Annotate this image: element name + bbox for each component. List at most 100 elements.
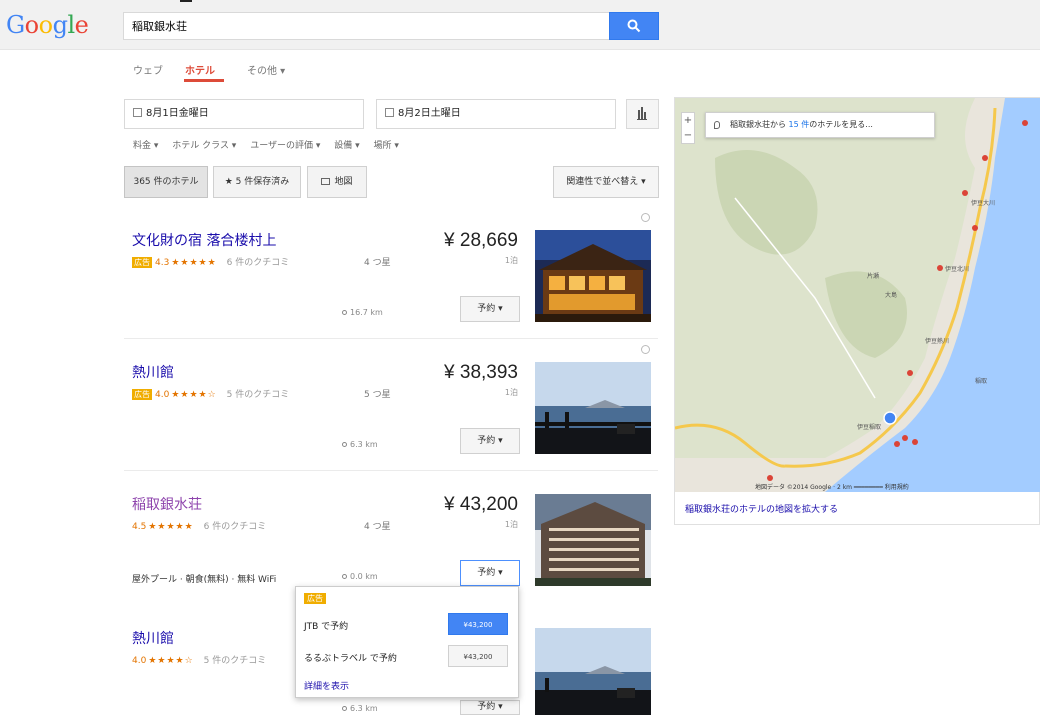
location-pin-icon [342, 310, 347, 315]
offer-label[interactable]: るるぶトラベル で予約 [304, 651, 397, 664]
search-button[interactable] [609, 12, 659, 40]
book-button[interactable]: 予約 ▾ [460, 560, 520, 586]
hotel-photo[interactable] [535, 362, 651, 454]
filter-hotel-class[interactable]: ホテル クラス ▾ [172, 141, 236, 151]
distance-value: 6.3 km [350, 440, 378, 449]
tab-hotels[interactable]: ホテル [185, 62, 215, 77]
location-pin-icon [714, 121, 720, 129]
review-count[interactable]: 5 件のクチコミ [227, 390, 290, 400]
map-canvas[interactable]: 伊豆大川 伊豆北川 伊豆熱川 片瀬 稲取 大島 伊豆稲取 + − 稲取銀水荘から… [675, 98, 1040, 492]
search-icon [627, 19, 641, 33]
rating-score: 4.5 [132, 522, 147, 532]
filter-amenities[interactable]: 設備 ▾ [334, 141, 359, 151]
map-panel: 伊豆大川 伊豆北川 伊豆熱川 片瀬 稲取 大島 伊豆稲取 + − 稲取銀水荘から… [674, 97, 1040, 525]
location-pin-icon [342, 706, 347, 711]
search-input[interactable] [124, 13, 609, 39]
book-button[interactable]: 予約 ▾ [460, 428, 520, 454]
bar-chart-icon [637, 107, 647, 120]
distance: 0.0 km [342, 572, 378, 581]
rating-line: 4.0 ★★★★☆ 5 件のクチコミ [132, 653, 266, 666]
hotel-name-link[interactable]: 稲取銀水荘 [132, 494, 202, 514]
rating-score: 4.3 [155, 258, 170, 268]
review-count[interactable]: 6 件のクチコミ [204, 522, 267, 532]
hotel-name-link[interactable]: 熱川館 [132, 362, 174, 382]
offer-label[interactable]: JTB で予約 [304, 619, 348, 632]
filter-price[interactable]: 料金 ▾ [133, 141, 158, 151]
hotel-name-link[interactable]: 文化財の宿 落合楼村上 [132, 230, 276, 250]
hotel-price: ¥ 28,669 [444, 230, 518, 251]
saved-hotels-button[interactable]: ★ 5 件保存済み [213, 166, 301, 198]
review-count[interactable]: 5 件のクチコミ [204, 656, 267, 666]
review-count[interactable]: 6 件のクチコミ [227, 258, 290, 268]
distance: 6.3 km [342, 440, 378, 449]
price-graph-button[interactable] [626, 99, 659, 129]
map-view-button[interactable]: 地図 [307, 166, 367, 198]
price-unit: 1泊 [504, 388, 518, 397]
book-button[interactable]: 予約 ▾ [460, 296, 520, 322]
rating-score: 4.0 [132, 656, 147, 666]
checkout-date-field[interactable]: 8月2日土曜日 [376, 99, 616, 129]
hotel-card: 稲取銀水荘 4.5 ★★★★★ 6 件のクチコミ 4 つ星 ¥ 43,200 1泊 … [124, 494, 658, 594]
rating-stars: ★★★★★ [148, 522, 194, 532]
hotel-price: ¥ 43,200 [444, 494, 518, 515]
map-place-label: 稲取 [975, 378, 988, 385]
zoom-in-button[interactable]: + [682, 113, 694, 128]
save-hotel-icon[interactable] [641, 213, 650, 222]
hotel-photo[interactable] [535, 230, 651, 322]
save-hotel-icon[interactable] [641, 345, 650, 354]
google-logo[interactable]: Google [6, 11, 89, 39]
offer-price-button[interactable]: ¥43,200 [448, 645, 508, 667]
map-attribution[interactable]: 地図データ ©2014 Google · 2 km ━━━━━━━━ 利用規約 [755, 482, 909, 491]
rating-stars: ★★★★★ [171, 258, 217, 268]
rating-line: 4.5 ★★★★★ 6 件のクチコミ [132, 519, 266, 532]
map-search-box[interactable]: 稲取銀水荘から 15 件のホテルを見る... [705, 112, 935, 138]
rating-stars: ★★★★☆ [171, 390, 217, 400]
active-tab-indicator [184, 79, 224, 82]
hotel-card: 熱川館 広告 4.0 ★★★★☆ 5 件のクチコミ 5 つ星 ¥ 38,393 1泊 … [124, 362, 658, 462]
location-pin-icon [342, 442, 347, 447]
map-view-label: 地図 [334, 177, 353, 187]
expand-map-link[interactable]: 稲取銀水荘のホテルの地図を拡大する [685, 502, 838, 515]
offer-price-button[interactable]: ¥43,200 [448, 613, 508, 635]
search-box[interactable] [123, 12, 609, 40]
filter-location[interactable]: 場所 ▾ [374, 141, 399, 151]
ad-badge: 広告 [132, 257, 152, 268]
divider [124, 470, 658, 471]
map-search-suffix: のホテルを見る... [809, 120, 873, 129]
hotel-photo[interactable] [535, 628, 651, 715]
hotel-name-link[interactable]: 熱川館 [132, 628, 174, 648]
distance-value: 16.7 km [350, 308, 383, 317]
amenities: 屋外プール · 朝食(無料) · 無料 WiFi [132, 575, 277, 585]
distance-value: 0.0 km [350, 572, 378, 581]
all-hotels-button[interactable]: 365 件のホテル [124, 166, 208, 198]
map-place-label: 伊豆熱川 [925, 338, 950, 345]
show-details-link[interactable]: 詳細を表示 [304, 679, 349, 692]
calendar-icon [385, 107, 394, 117]
top-bar: Google [0, 0, 1040, 50]
rating-score: 4.0 [155, 390, 170, 400]
tab-web[interactable]: ウェブ [133, 62, 163, 77]
tab-more[interactable]: その他 ▾ [247, 62, 285, 77]
checkin-date-field[interactable]: 8月1日金曜日 [124, 99, 364, 129]
filter-user-rating[interactable]: ユーザーの評価 ▾ [250, 141, 320, 151]
hotel-photo[interactable] [535, 494, 651, 586]
divider [124, 338, 658, 339]
filter-bar: 料金 ▾ ホテル クラス ▾ ユーザーの評価 ▾ 設備 ▾ 場所 ▾ [133, 138, 410, 151]
sort-button[interactable]: 関連性で並べ替え ▾ [553, 166, 659, 198]
checkin-date: 8月1日金曜日 [146, 108, 209, 119]
zoom-out-button[interactable]: − [682, 128, 694, 143]
distance: 16.7 km [342, 308, 383, 317]
checkout-date: 8月2日土曜日 [398, 108, 461, 119]
distance-value: 6.3 km [350, 704, 378, 713]
location-pin-icon [342, 574, 347, 579]
book-button[interactable]: 予約 ▾ [460, 700, 520, 715]
map-icon [321, 178, 331, 185]
rating-line: 広告 4.3 ★★★★★ 6 件のクチコミ [132, 255, 289, 268]
ad-badge: 広告 [132, 389, 152, 400]
price-unit: 1泊 [504, 520, 518, 529]
text-cursor [180, 0, 192, 2]
rating-stars: ★★★★☆ [148, 656, 194, 666]
hotel-card: 文化財の宿 落合楼村上 広告 4.3 ★★★★★ 6 件のクチコミ 4 つ星 ¥ 28… [124, 230, 658, 330]
hotel-class: 4 つ星 [364, 522, 391, 532]
map-place-label: 大島 [885, 292, 898, 299]
